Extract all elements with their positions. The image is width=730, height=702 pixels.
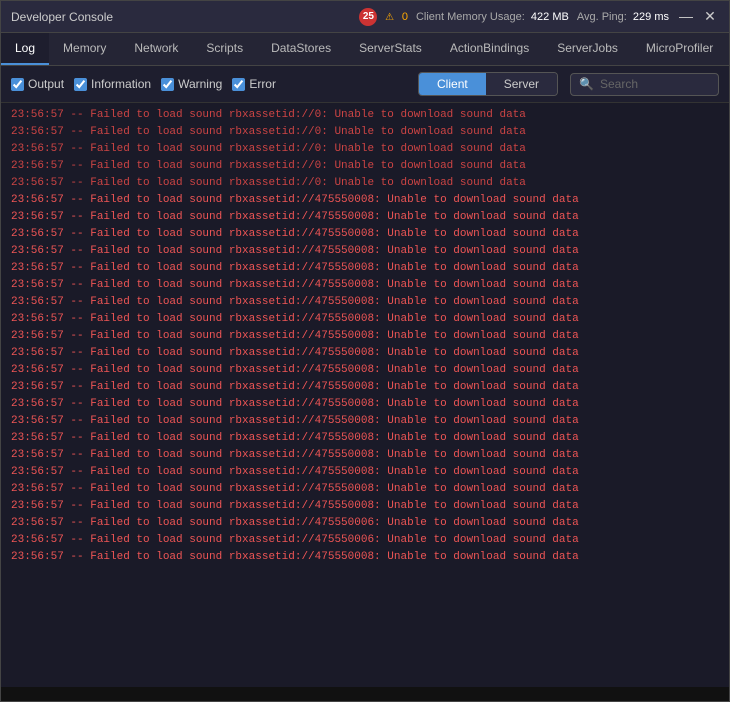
log-line: 23:56:57 -- Failed to load sound rbxasse… bbox=[1, 192, 729, 209]
log-line: 23:56:57 -- Failed to load sound rbxasse… bbox=[1, 413, 729, 430]
warning-count: 0 bbox=[402, 11, 408, 23]
log-line: 23:56:57 -- Failed to load sound rbxasse… bbox=[1, 464, 729, 481]
log-line: 23:56:57 -- Failed to load sound rbxasse… bbox=[1, 549, 729, 566]
minimize-button[interactable]: — bbox=[677, 8, 695, 25]
log-line: 23:56:57 -- Failed to load sound rbxasse… bbox=[1, 328, 729, 345]
filter-checkboxes: Output Information Warning Error bbox=[11, 77, 276, 91]
error-label: Error bbox=[249, 77, 276, 91]
log-line: 23:56:57 -- Failed to load sound rbxasse… bbox=[1, 430, 729, 447]
memory-value: 422 MB bbox=[531, 11, 569, 23]
memory-label: Client Memory Usage: bbox=[416, 11, 525, 23]
nav-tabs: Log Memory Network Scripts DataStores Se… bbox=[1, 33, 729, 66]
error-checkbox[interactable]: Error bbox=[232, 77, 276, 91]
log-line: 23:56:57 -- Failed to load sound rbxasse… bbox=[1, 107, 729, 124]
tab-datastores[interactable]: DataStores bbox=[257, 33, 345, 65]
search-box: 🔍 bbox=[570, 73, 719, 96]
log-line: 23:56:57 -- Failed to load sound rbxasse… bbox=[1, 311, 729, 328]
tab-serverjobs[interactable]: ServerJobs bbox=[543, 33, 632, 65]
server-button[interactable]: Server bbox=[486, 73, 557, 95]
tab-scripts[interactable]: Scripts bbox=[192, 33, 257, 65]
ping-value: 229 ms bbox=[633, 11, 669, 23]
information-checkbox-input[interactable] bbox=[74, 78, 87, 91]
toolbar: Output Information Warning Error Client … bbox=[1, 66, 729, 103]
close-button[interactable]: ✕ bbox=[701, 8, 719, 25]
log-line: 23:56:57 -- Failed to load sound rbxasse… bbox=[1, 379, 729, 396]
log-line: 23:56:57 -- Failed to load sound rbxasse… bbox=[1, 260, 729, 277]
log-line: 23:56:57 -- Failed to load sound rbxasse… bbox=[1, 481, 729, 498]
error-checkbox-input[interactable] bbox=[232, 78, 245, 91]
title-bar: Developer Console 25 ⚠ 0 Client Memory U… bbox=[1, 1, 729, 33]
search-input[interactable] bbox=[600, 77, 710, 91]
log-line: 23:56:57 -- Failed to load sound rbxasse… bbox=[1, 124, 729, 141]
ping-info: Avg. Ping: 229 ms bbox=[577, 11, 669, 23]
warning-checkbox[interactable]: Warning bbox=[161, 77, 222, 91]
tab-log[interactable]: Log bbox=[1, 33, 49, 65]
tab-memory[interactable]: Memory bbox=[49, 33, 120, 65]
log-line: 23:56:57 -- Failed to load sound rbxasse… bbox=[1, 243, 729, 260]
window-controls: — ✕ bbox=[677, 8, 719, 25]
client-server-toggle: Client Server bbox=[418, 72, 558, 96]
log-line: 23:56:57 -- Failed to load sound rbxasse… bbox=[1, 175, 729, 192]
tab-actionbindings[interactable]: ActionBindings bbox=[436, 33, 543, 65]
log-line: 23:56:57 -- Failed to load sound rbxasse… bbox=[1, 532, 729, 549]
information-label: Information bbox=[91, 77, 151, 91]
output-checkbox-input[interactable] bbox=[11, 78, 24, 91]
developer-console-window: Developer Console 25 ⚠ 0 Client Memory U… bbox=[0, 0, 730, 702]
window-title: Developer Console bbox=[11, 10, 351, 24]
log-line: 23:56:57 -- Failed to load sound rbxasse… bbox=[1, 498, 729, 515]
log-line: 23:56:57 -- Failed to load sound rbxasse… bbox=[1, 226, 729, 243]
log-line: 23:56:57 -- Failed to load sound rbxasse… bbox=[1, 209, 729, 226]
log-area[interactable]: 23:56:57 -- Failed to load sound rbxasse… bbox=[1, 103, 729, 687]
warning-icon: ⚠ bbox=[385, 8, 393, 25]
log-line: 23:56:57 -- Failed to load sound rbxasse… bbox=[1, 362, 729, 379]
tab-microprofiler[interactable]: MicroProfiler bbox=[632, 33, 727, 65]
log-line: 23:56:57 -- Failed to load sound rbxasse… bbox=[1, 141, 729, 158]
memory-usage: Client Memory Usage: 422 MB bbox=[416, 11, 569, 23]
log-line: 23:56:57 -- Failed to load sound rbxasse… bbox=[1, 277, 729, 294]
output-checkbox[interactable]: Output bbox=[11, 77, 64, 91]
log-line: 23:56:57 -- Failed to load sound rbxasse… bbox=[1, 158, 729, 175]
log-line: 23:56:57 -- Failed to load sound rbxasse… bbox=[1, 345, 729, 362]
ping-label: Avg. Ping: bbox=[577, 11, 627, 23]
output-label: Output bbox=[28, 77, 64, 91]
log-line: 23:56:57 -- Failed to load sound rbxasse… bbox=[1, 294, 729, 311]
tab-serverstats[interactable]: ServerStats bbox=[345, 33, 436, 65]
warning-checkbox-input[interactable] bbox=[161, 78, 174, 91]
log-line: 23:56:57 -- Failed to load sound rbxasse… bbox=[1, 396, 729, 413]
warning-label: Warning bbox=[178, 77, 222, 91]
information-checkbox[interactable]: Information bbox=[74, 77, 151, 91]
log-line: 23:56:57 -- Failed to load sound rbxasse… bbox=[1, 515, 729, 532]
client-button[interactable]: Client bbox=[419, 73, 486, 95]
error-count-badge: 25 bbox=[359, 8, 377, 26]
log-line: 23:56:57 -- Failed to load sound rbxasse… bbox=[1, 447, 729, 464]
bottom-bar bbox=[1, 687, 729, 701]
search-icon: 🔍 bbox=[579, 77, 594, 92]
tab-network[interactable]: Network bbox=[120, 33, 192, 65]
